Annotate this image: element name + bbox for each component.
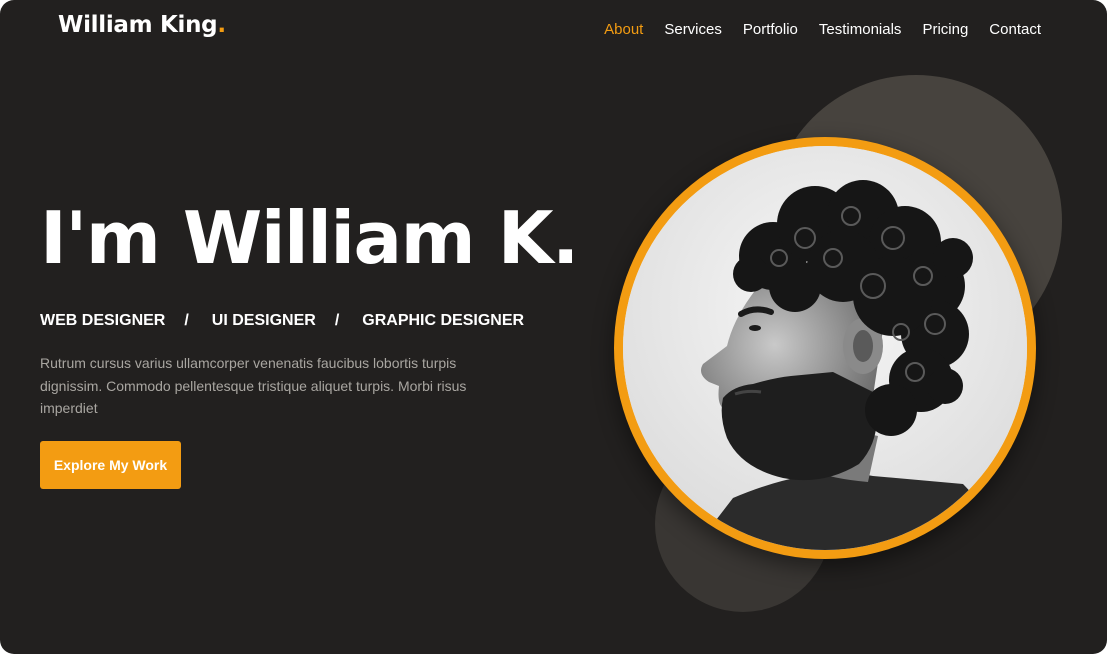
role-web-designer: WEB DESIGNER bbox=[40, 312, 166, 329]
profile-portrait bbox=[614, 137, 1036, 559]
nav-item-about[interactable]: About bbox=[604, 21, 643, 38]
hero-description: Rutrum cursus varius ullamcorper venenat… bbox=[40, 355, 467, 416]
brand-dot: . bbox=[217, 12, 226, 38]
main-nav: About Services Portfolio Testimonials Pr… bbox=[604, 21, 1041, 38]
portrait-illustration bbox=[623, 146, 1027, 550]
nav-item-contact[interactable]: Contact bbox=[989, 21, 1041, 38]
hero-page: William King. About Services Portfolio T… bbox=[0, 0, 1107, 654]
nav-item-pricing[interactable]: Pricing bbox=[922, 21, 968, 38]
nav-item-portfolio[interactable]: Portfolio bbox=[743, 21, 798, 38]
brand-name: William King bbox=[58, 12, 218, 38]
nav-item-services[interactable]: Services bbox=[664, 21, 722, 38]
role-separator: / bbox=[334, 312, 340, 329]
brand-logo[interactable]: William King. bbox=[58, 12, 226, 38]
role-graphic-designer: GRAPHIC DESIGNER bbox=[362, 312, 525, 329]
portrait-photo bbox=[623, 146, 1027, 550]
nav-item-testimonials[interactable]: Testimonials bbox=[819, 21, 902, 38]
role-ui-designer: UI DESIGNER bbox=[211, 312, 316, 329]
roles-list: WEB DESIGNER / UI DESIGNER / GRAPHIC DES… bbox=[40, 312, 524, 330]
explore-work-button[interactable]: Explore My Work bbox=[40, 441, 181, 489]
role-separator: / bbox=[184, 312, 189, 329]
hero-title: I'm William K. bbox=[40, 196, 579, 280]
